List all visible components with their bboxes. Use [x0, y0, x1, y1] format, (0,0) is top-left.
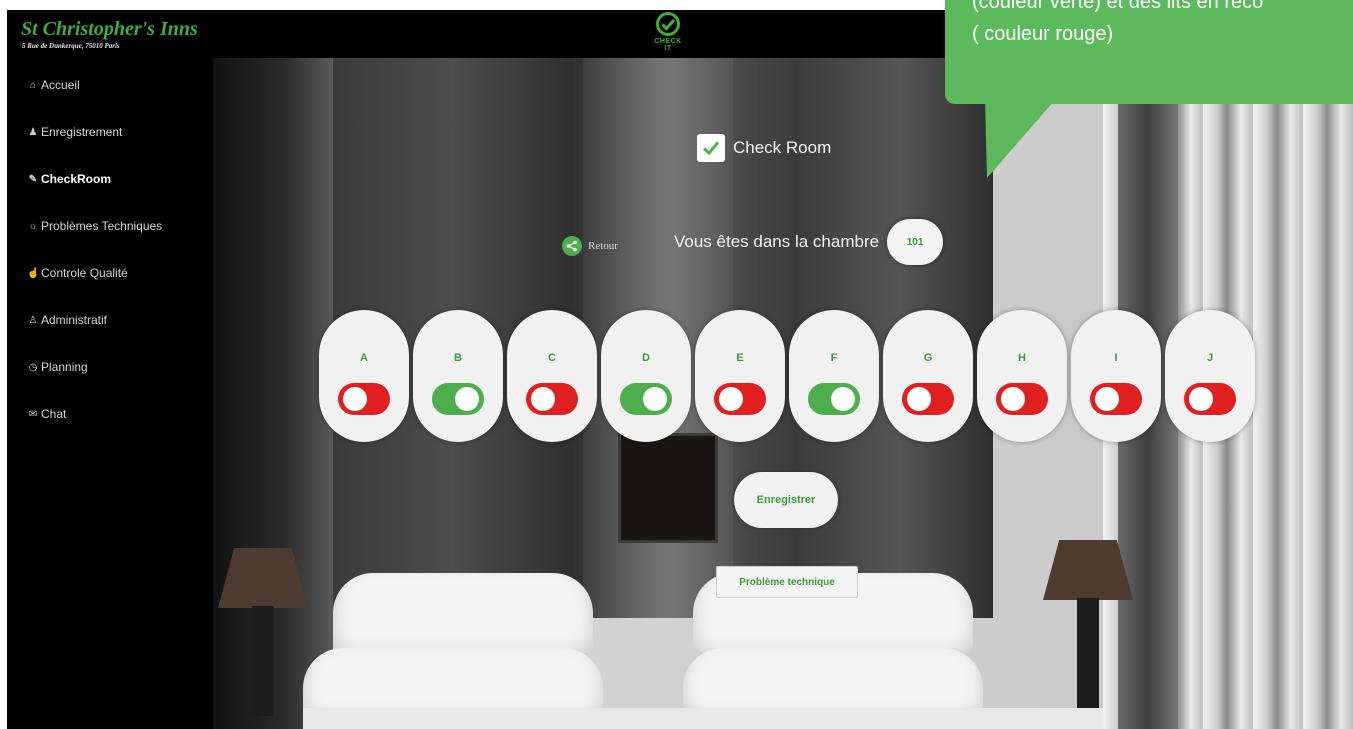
sidebar-item-accueil[interactable]: ⌂ Accueil	[27, 78, 80, 92]
bed-card-h: H	[977, 310, 1067, 442]
room-number-badge: 101	[887, 219, 944, 265]
bed-letter: I	[1114, 352, 1118, 364]
toggle-knob	[831, 387, 855, 411]
check-room-label: Check Room	[733, 138, 832, 157]
room-indicator: Vous êtes dans la chambre 101	[674, 219, 944, 265]
callout-tail	[985, 100, 1055, 178]
sidebar-item-label: Administratif	[41, 313, 108, 327]
bed-card-j: J	[1165, 310, 1255, 442]
toggle-knob	[643, 387, 667, 411]
bed-status-toggle[interactable]	[714, 383, 766, 415]
sidebar: ⌂ Accueil ♟ Enregistrement ✎ CheckRoom ☼…	[7, 58, 213, 729]
sidebar-item-label: Problèmes Techniques	[41, 219, 163, 233]
toggle-knob	[343, 387, 367, 411]
bed-letter: J	[1206, 352, 1214, 364]
bed-card-c: C	[507, 310, 597, 442]
bed-status-toggle[interactable]	[808, 383, 860, 415]
edit-icon: ✎	[28, 173, 38, 185]
user-icon: ♙	[28, 314, 38, 326]
brand-name[interactable]: St Christopher's Inns	[21, 18, 198, 41]
sidebar-item-label: Planning	[41, 360, 88, 374]
bed-letter: C	[548, 352, 556, 364]
checkmark-icon	[702, 141, 720, 156]
home-icon: ⌂	[29, 79, 37, 91]
bed-sheet	[303, 708, 1103, 729]
sidebar-item-label: Accueil	[41, 78, 80, 92]
sidebar-item-label: Chat	[41, 407, 67, 421]
bed-card-a: A	[319, 310, 409, 442]
brand-address: 5 Rue de Dunkerque, 75010 Paris	[22, 42, 120, 50]
bed-status-toggle[interactable]	[996, 383, 1048, 415]
sidebar-item-chat[interactable]: ✉ Chat	[27, 407, 67, 421]
chat-icon: ✉	[28, 408, 38, 420]
bed-letter: D	[642, 352, 650, 364]
callout-text: (couleur verte) et des lits en reco ( co…	[972, 0, 1353, 50]
room-text: Vous êtes dans la chambre	[674, 232, 880, 251]
app-frame: St Christopher's Inns 5 Rue de Dunkerque…	[7, 10, 1353, 729]
bed-letter: B	[454, 352, 462, 364]
bed-status-toggle[interactable]	[432, 383, 484, 415]
share-icon	[562, 236, 582, 256]
sidebar-item-checkroom[interactable]: ✎ CheckRoom	[27, 172, 111, 186]
check-circle-icon	[656, 12, 680, 36]
bed-letter: A	[360, 352, 368, 364]
bed-status-toggle[interactable]	[1184, 383, 1236, 415]
check-it-logo[interactable]: CHECK IT	[650, 11, 686, 57]
toggle-knob	[455, 387, 479, 411]
sidebar-item-label: CheckRoom	[41, 172, 112, 186]
clock-icon: ◷	[28, 361, 38, 373]
toggle-knob	[1095, 387, 1119, 411]
bed-status-toggle[interactable]	[338, 383, 390, 415]
retour-link[interactable]: Retour	[562, 236, 618, 256]
toggle-knob	[1189, 387, 1213, 411]
logo-text: CHECK IT	[654, 38, 682, 52]
bed-card-b: B	[413, 310, 503, 442]
bed-status-toggle[interactable]	[620, 383, 672, 415]
bed-letter: F	[830, 352, 838, 364]
toggle-knob	[1001, 387, 1025, 411]
thumbs-up-icon: ☝	[27, 267, 40, 279]
save-button[interactable]: Enregistrer	[734, 472, 838, 528]
bed-status-toggle[interactable]	[902, 383, 954, 415]
sidebar-item-problemes-techniques[interactable]: ☼ Problèmes Techniques	[27, 219, 162, 233]
retour-label: Retour	[588, 240, 618, 252]
bed-letter: G	[923, 352, 933, 364]
sidebar-item-label: Controle Qualité	[41, 266, 128, 280]
bed-status-toggle[interactable]	[1090, 383, 1142, 415]
lamp-left-base	[252, 606, 274, 716]
toggle-knob	[907, 387, 931, 411]
bed-card-g: G	[883, 310, 973, 442]
sidebar-item-administratif[interactable]: ♙ Administratif	[27, 313, 108, 327]
checkbox[interactable]	[697, 134, 725, 162]
lamp-right-base	[1077, 598, 1099, 708]
callout-line-2: ( couleur rouge)	[972, 23, 1114, 45]
sidebar-item-enregistrement[interactable]: ♟ Enregistrement	[27, 125, 123, 139]
annotation-callout: (couleur verte) et des lits en reco ( co…	[945, 0, 1353, 104]
sidebar-item-planning[interactable]: ◷ Planning	[27, 360, 88, 374]
bed-card-d: D	[601, 310, 691, 442]
wall-niche	[618, 433, 718, 543]
technical-problem-button[interactable]: Problème technique	[716, 566, 858, 598]
bed-card-f: F	[789, 310, 879, 442]
sidebar-item-controle-qualite[interactable]: ☝ Controle Qualité	[27, 266, 128, 280]
toggle-knob	[719, 387, 743, 411]
check-room-checkbox[interactable]: Check Room	[697, 134, 831, 162]
bed-card-e: E	[695, 310, 785, 442]
bed-status-toggle[interactable]	[526, 383, 578, 415]
users-icon: ♟	[28, 126, 38, 138]
lightbulb-icon: ☼	[28, 220, 38, 232]
bed-card-i: I	[1071, 310, 1161, 442]
toggle-knob	[531, 387, 555, 411]
bed-letter: H	[1018, 352, 1026, 364]
bed-letter: E	[736, 352, 744, 364]
sidebar-item-label: Enregistrement	[41, 125, 123, 139]
callout-line-1: (couleur verte) et des lits en reco	[972, 0, 1264, 13]
